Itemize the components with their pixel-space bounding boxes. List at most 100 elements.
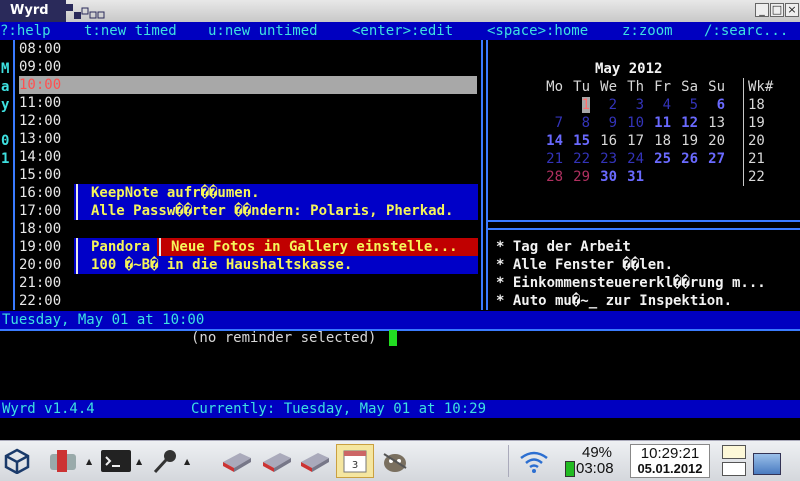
weekday-label: Tu: [573, 79, 590, 95]
battery-time: 03:08: [576, 460, 614, 477]
event-title[interactable]: Alle Passw��rter ��ndern: Polaris, Pherk…: [91, 202, 453, 220]
microphone-icon[interactable]: [150, 448, 182, 474]
calendar-day[interactable]: 29: [563, 168, 590, 186]
calendar-day[interactable]: 24: [617, 150, 644, 168]
cursor: [389, 330, 397, 346]
current-time: Currently: Tuesday, May 01 at 10:29: [191, 401, 487, 417]
hour-slot[interactable]: 21:00: [19, 274, 61, 292]
calendar-day[interactable]: 10: [617, 114, 644, 132]
event-title[interactable]: Neue Fotos in Gallery einstelle...: [171, 238, 458, 256]
vertical-divider-2: [486, 40, 488, 310]
calendar-day[interactable]: 26: [671, 150, 698, 168]
menu-new-untimed[interactable]: u:new untimed: [208, 22, 318, 40]
hour-slot[interactable]: 08:00: [19, 40, 61, 58]
hour-slot[interactable]: 13:00: [19, 130, 61, 148]
week-number: 22: [748, 169, 765, 185]
calendar-day[interactable]: 22: [563, 150, 590, 168]
terminal-icon[interactable]: [100, 448, 132, 474]
calendar-day[interactable]: 15: [563, 132, 590, 150]
hour-slot[interactable]: 16:00: [19, 184, 61, 202]
calendar-week-row: 7 8 9 10 11 12 13: [536, 114, 725, 132]
calendar-day[interactable]: 14: [536, 132, 563, 150]
desktop-pager-1[interactable]: [722, 445, 746, 459]
maximize-button[interactable]: □: [770, 3, 784, 17]
book-icon[interactable]: [220, 448, 254, 474]
calendar-day[interactable]: 1: [563, 96, 590, 114]
menu-zoom[interactable]: z:zoom: [622, 22, 673, 40]
untimed-item[interactable]: * Auto mu�~_ zur Inspektion.: [496, 292, 732, 310]
calendar-day[interactable]: 12: [671, 114, 698, 132]
menu-home[interactable]: <space>:home: [487, 22, 588, 40]
calendar-day[interactable]: 6: [698, 96, 725, 114]
untimed-item[interactable]: * Einkommensteuererkl��rung m...: [496, 274, 766, 292]
calendar-day[interactable]: 4: [644, 96, 671, 114]
chevron-up-icon[interactable]: ▲: [86, 457, 92, 466]
hour-slot[interactable]: 22:00: [19, 292, 61, 310]
calendar-day[interactable]: 5: [671, 96, 698, 114]
status-divider: [0, 329, 800, 331]
minimize-button[interactable]: _: [755, 3, 769, 17]
calendar-day[interactable]: 23: [590, 150, 617, 168]
calendar-day[interactable]: 8: [563, 114, 590, 132]
chevron-up-icon[interactable]: ▲: [184, 457, 190, 466]
calendar-day[interactable]: 27: [698, 150, 725, 168]
battery-icon[interactable]: [565, 461, 575, 477]
tools-icon[interactable]: [48, 448, 80, 474]
week-number: 21: [748, 151, 765, 167]
calendar-day[interactable]: 20: [698, 132, 725, 150]
hour-slot[interactable]: 20:00: [19, 256, 61, 274]
menu-edit[interactable]: <enter>:edit: [352, 22, 453, 40]
weekday-label: Fr: [654, 79, 671, 95]
calendar-day[interactable]: 21: [536, 150, 563, 168]
desktop-pager-2[interactable]: [722, 462, 746, 476]
hour-slot[interactable]: 17:00: [19, 202, 61, 220]
hour-slot[interactable]: 15:00: [19, 166, 61, 184]
weekday-label: We: [600, 79, 617, 95]
calendar-day[interactable]: 11: [644, 114, 671, 132]
hour-slot[interactable]: 11:00: [19, 94, 61, 112]
calendar-day[interactable]: 28: [536, 168, 563, 186]
book-icon[interactable]: [298, 448, 332, 474]
event-marker: [76, 184, 78, 220]
gimp-icon[interactable]: [378, 448, 412, 474]
hour-slot[interactable]: 09:00: [19, 58, 61, 76]
close-button[interactable]: ×: [785, 3, 799, 17]
version-label: Wyrd v1.4.4: [2, 401, 95, 417]
calendar-grid: Mo Tu We Th Fr Sa Su 1 2 3 4 5 6 7 8 9 10 11 12 13 14 15 16 17 1…: [536, 78, 725, 186]
calendar-day[interactable]: 31: [617, 168, 644, 186]
calendar-day[interactable]: 9: [590, 114, 617, 132]
weekday-label: Th: [627, 79, 644, 95]
book-icon[interactable]: [260, 448, 294, 474]
hour-slot-selected[interactable]: 10:00: [19, 76, 477, 94]
calendar-day[interactable]: 2: [590, 96, 617, 114]
hour-slot[interactable]: 12:00: [19, 112, 61, 130]
menu-help[interactable]: ?:help: [0, 22, 51, 40]
calendar-day[interactable]: 19: [671, 132, 698, 150]
calendar-week-row: 21 22 23 24 25 26 27: [536, 150, 725, 168]
calendar-day[interactable]: 25: [644, 150, 671, 168]
calendar-day[interactable]: 17: [617, 132, 644, 150]
event-title[interactable]: 100 �~B� in die Haushaltskasse.: [91, 256, 352, 274]
show-desktop-icon[interactable]: [753, 453, 781, 475]
hour-slot[interactable]: 14:00: [19, 148, 61, 166]
chevron-up-icon[interactable]: ▲: [136, 457, 142, 466]
terminal[interactable]: ?:help t:new timed u:new untimed <enter>…: [0, 22, 800, 440]
menu-search[interactable]: /:searc...: [704, 22, 788, 40]
event-title[interactable]: Pandora: [91, 238, 150, 256]
calendar-day[interactable]: 7: [536, 114, 563, 132]
calendar-day[interactable]: 13: [698, 114, 725, 132]
calendar-day[interactable]: 30: [590, 168, 617, 186]
weekday-header-row: Mo Tu We Th Fr Sa Su: [536, 78, 725, 96]
menu-new-timed[interactable]: t:new timed: [84, 22, 177, 40]
hour-slot[interactable]: 18:00: [19, 220, 61, 238]
clock-time: 10:29:21: [640, 445, 700, 462]
untimed-item[interactable]: * Alle Fenster ��len.: [496, 256, 673, 274]
hour-slot[interactable]: 19:00: [19, 238, 61, 256]
system-cube-icon[interactable]: [4, 448, 30, 474]
wifi-icon[interactable]: [518, 448, 550, 474]
calendar-day[interactable]: 16: [590, 132, 617, 150]
untimed-item[interactable]: * Tag der Arbeit: [496, 238, 631, 256]
calendar-day[interactable]: 18: [644, 132, 671, 150]
calendar-day[interactable]: 3: [617, 96, 644, 114]
event-title[interactable]: KeepNote aufr��umen.: [91, 184, 260, 202]
